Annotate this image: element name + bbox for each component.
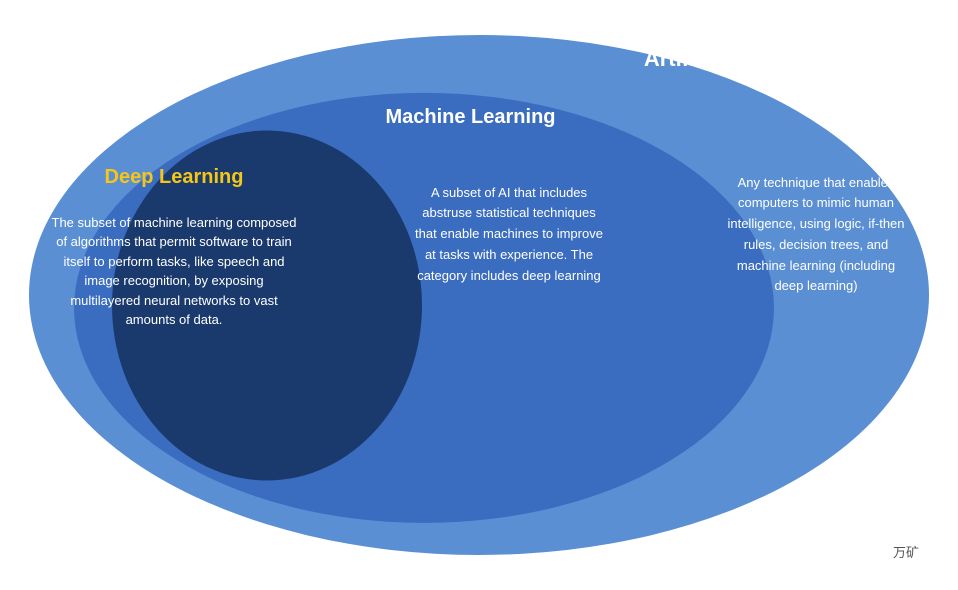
dl-title: Deep Learning [105,166,244,189]
diagram-container: Artificial Intelligence Machine Learning… [19,18,939,573]
ml-description: A subset of AI that includes abstruse st… [414,183,604,287]
watermark: 万矿 [893,542,919,561]
ml-title: Machine Learning [385,106,555,129]
ai-description: Any technique that enables computers to … [721,173,911,298]
dl-description: The subset of machine learning composed … [49,213,299,330]
ai-title: Artificial Intelligence [644,46,859,72]
